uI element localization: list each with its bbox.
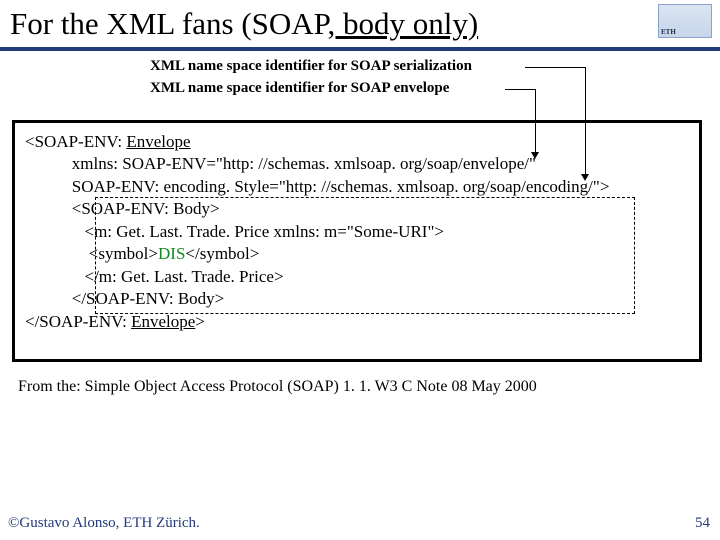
copyright: ©Gustavo Alonso, ETH Zürich. <box>8 515 200 532</box>
arrow-envelope-h <box>505 89 535 90</box>
page-title: For the XML fans (SOAP, body only) <box>10 6 478 42</box>
code-box: <SOAP-ENV: Envelope xmlns: SOAP-ENV="htt… <box>12 120 702 362</box>
code-l9c: > <box>195 312 205 331</box>
label-envelope: XML name space identifier for SOAP envel… <box>150 80 449 97</box>
code-l6a: <symbol> <box>25 244 158 263</box>
arrow-serialization-h <box>525 67 585 68</box>
eth-logo-text: ETH <box>661 28 676 36</box>
code-l5: <m: Get. Last. Trade. Price xmlns: m="So… <box>25 222 444 241</box>
label-serialization: XML name space identifier for SOAP seria… <box>150 58 472 75</box>
code-l9b: Envelope <box>131 312 195 331</box>
source-citation: From the: Simple Object Access Protocol … <box>18 378 537 396</box>
code-l1b: Envelope <box>126 132 190 151</box>
title-suffix-underline: , body only) <box>327 6 478 41</box>
code-l4: <SOAP-ENV: Body> <box>25 199 220 218</box>
code-l9a: </SOAP-ENV: <box>25 312 131 331</box>
title-prefix: For the XML fans (SOAP <box>10 6 327 41</box>
eth-logo: ETH <box>658 4 712 38</box>
page-number: 54 <box>695 515 710 532</box>
code-l6b: DIS <box>158 244 185 263</box>
code-l2: xmlns: SOAP-ENV="http: //schemas. xmlsoa… <box>25 154 536 173</box>
code-l7: </m: Get. Last. Trade. Price> <box>25 267 284 286</box>
code-block: <SOAP-ENV: Envelope xmlns: SOAP-ENV="htt… <box>25 131 689 333</box>
code-l8: </SOAP-ENV: Body> <box>25 289 224 308</box>
title-divider <box>0 47 720 51</box>
code-l6c: </symbol> <box>185 244 259 263</box>
code-l3: SOAP-ENV: encoding. Style="http: //schem… <box>25 177 609 196</box>
code-l1a: <SOAP-ENV: <box>25 132 126 151</box>
